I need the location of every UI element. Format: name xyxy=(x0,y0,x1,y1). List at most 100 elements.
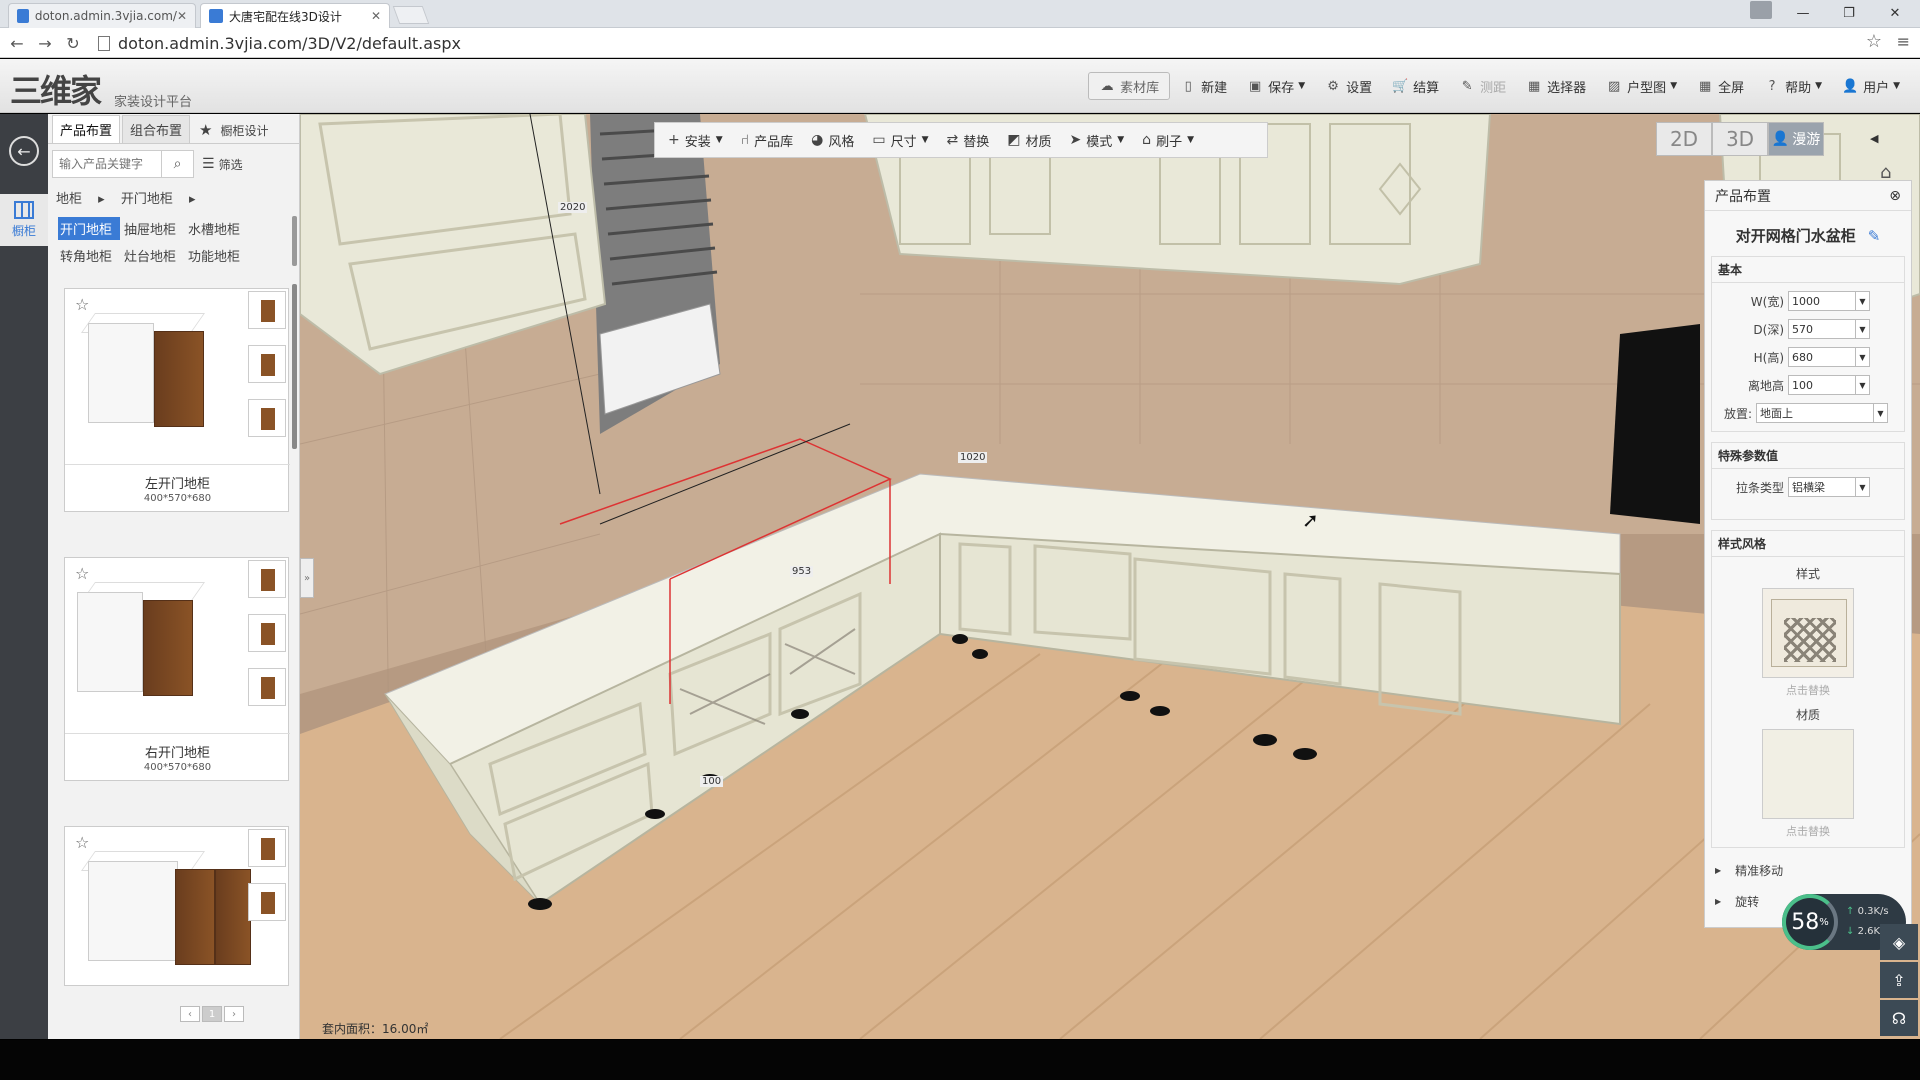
cube-icon[interactable]: ◈ xyxy=(1880,924,1918,960)
product-card[interactable]: ☆ 左开门地柜 400*570*680 xyxy=(64,288,290,512)
replace-hint[interactable]: 点击替换 xyxy=(1712,823,1904,839)
chevron-down-icon[interactable]: ▼ xyxy=(1856,291,1870,311)
checkout-button[interactable]: 🛒 结算 xyxy=(1382,72,1449,100)
breadcrumb-item[interactable]: 开门地柜 ▸ xyxy=(121,192,196,207)
product-card[interactable]: ☆ 右开门地柜 400*570*680 xyxy=(64,557,290,781)
close-window-icon[interactable]: ✕ xyxy=(1872,0,1918,26)
filter-button[interactable]: ☰ 筛选 xyxy=(202,156,243,173)
category-drawer-base[interactable]: 抽屉地柜 xyxy=(122,217,184,240)
tab-combo-layout[interactable]: 组合布置 xyxy=(122,115,191,143)
fullscreen-button[interactable]: ▦ 全屏 xyxy=(1687,72,1754,100)
category-stove-base[interactable]: 灶台地柜 xyxy=(122,244,184,267)
help-button[interactable]: ? 帮助 ▼ xyxy=(1754,72,1832,100)
selector-button[interactable]: ▦ 选择器 xyxy=(1516,72,1596,100)
category-scrollbar[interactable] xyxy=(292,216,297,266)
material-library-button[interactable]: ☁ 素材库 xyxy=(1088,72,1171,100)
mode-tool[interactable]: ➤ 模式 ▼ xyxy=(1061,122,1134,158)
restore-icon[interactable]: ❐ xyxy=(1826,0,1872,26)
category-sink-base[interactable]: 水槽地柜 xyxy=(186,217,248,240)
close-tab-icon[interactable]: ✕ xyxy=(371,9,381,23)
chevron-down-icon[interactable]: ▼ xyxy=(1856,477,1870,497)
replace-tool[interactable]: ⇄ 替换 xyxy=(938,122,999,158)
user-button[interactable]: 👤 用户 ▼ xyxy=(1832,72,1910,100)
minimize-icon[interactable]: — xyxy=(1780,0,1826,26)
view-3d-button[interactable]: 3D xyxy=(1712,122,1768,156)
favorite-star-icon[interactable]: ☆ xyxy=(75,833,89,852)
new-button[interactable]: ▯ 新建 xyxy=(1170,72,1237,100)
product-library-tool[interactable]: ⑁ 产品库 xyxy=(732,122,802,158)
category-corner-base[interactable]: 转角地柜 xyxy=(58,244,120,267)
replace-hint[interactable]: 点击替换 xyxy=(1712,682,1904,698)
collapse-panel-button[interactable]: » xyxy=(300,558,314,598)
precise-move-expander[interactable]: ▶ 精准移动 xyxy=(1715,862,1901,879)
next-page-button[interactable]: › xyxy=(224,1006,244,1022)
category-function-base[interactable]: 功能地柜 xyxy=(186,244,248,267)
tab-product-layout[interactable]: 产品布置 xyxy=(52,115,121,143)
triangle-right-icon: ▶ xyxy=(1715,866,1722,875)
url-field[interactable]: doton.admin.3vjia.com/3D/V2/default.aspx xyxy=(98,33,1858,53)
forward-icon[interactable]: → xyxy=(34,32,56,54)
chevron-down-icon[interactable]: ▼ xyxy=(1856,375,1870,395)
browser-tab-3d-design[interactable]: 大唐宅配在线3D设计 ✕ xyxy=(200,3,390,28)
back-icon[interactable]: ← xyxy=(6,32,28,54)
size-tool[interactable]: ▭ 尺寸 ▼ xyxy=(863,122,937,158)
page-number[interactable]: 1 xyxy=(202,1006,222,1022)
variant-thumb[interactable] xyxy=(248,614,286,652)
depth-input[interactable]: 570 xyxy=(1788,319,1856,339)
tab-cabinet-design[interactable]: ★ 橱柜设计 xyxy=(192,117,275,143)
chevron-down-icon[interactable]: ▼ xyxy=(1856,347,1870,367)
variant-thumb[interactable] xyxy=(248,668,286,706)
width-input[interactable]: 1000 xyxy=(1788,291,1856,311)
headset-icon[interactable]: ☊ xyxy=(1880,1000,1918,1036)
variant-thumb[interactable] xyxy=(248,829,286,867)
favorite-star-icon[interactable]: ☆ xyxy=(75,564,89,583)
3d-viewport[interactable]: 2020 1020 953 100 xyxy=(300,114,1920,1039)
variant-thumb[interactable] xyxy=(248,345,286,383)
edit-icon[interactable]: ✎ xyxy=(1868,227,1881,245)
reload-icon[interactable]: ↻ xyxy=(62,32,84,54)
material-swatch[interactable] xyxy=(1762,729,1854,819)
variant-thumb[interactable] xyxy=(248,560,286,598)
view-walk-button[interactable]: 👤 漫游 xyxy=(1768,122,1824,156)
measure-button[interactable]: ✎ 测距 xyxy=(1449,72,1516,100)
material-tool[interactable]: ◩ 材质 xyxy=(998,122,1060,158)
floor-plan-button[interactable]: ▨ 户型图 ▼ xyxy=(1596,72,1687,100)
variant-thumb[interactable] xyxy=(248,399,286,437)
tool-label: 刷子 xyxy=(1156,134,1183,150)
strip-type-select[interactable]: 铝横梁 xyxy=(1788,477,1856,497)
close-tab-icon[interactable]: ✕ xyxy=(177,9,187,23)
category-hinged-base[interactable]: 开门地柜 xyxy=(58,217,120,240)
rail-item-cabinet[interactable]: 橱柜 xyxy=(0,194,48,246)
new-tab-button[interactable] xyxy=(392,6,430,24)
variant-thumb[interactable] xyxy=(248,291,286,329)
elevation-input[interactable]: 100 xyxy=(1788,375,1856,395)
product-scrollbar[interactable] xyxy=(292,284,297,449)
product-card[interactable]: ☆ xyxy=(64,826,289,986)
share-icon[interactable]: ⇪ xyxy=(1880,962,1918,998)
brush-tool[interactable]: ⌂ 刷子 ▼ xyxy=(1133,122,1203,158)
placement-select[interactable]: 地面上 xyxy=(1756,403,1874,423)
style-swatch[interactable] xyxy=(1762,588,1854,678)
save-button[interactable]: ▣ 保存 ▼ xyxy=(1237,72,1315,100)
bookmark-star-icon[interactable]: ☆ xyxy=(1866,31,1882,52)
install-tool[interactable]: + 安装 ▼ xyxy=(659,122,732,158)
settings-button[interactable]: ⚙ 设置 xyxy=(1315,72,1382,100)
back-arrow-icon[interactable]: ← xyxy=(9,136,39,166)
height-input[interactable]: 680 xyxy=(1788,347,1856,367)
search-input[interactable] xyxy=(52,150,162,178)
profile-icon[interactable] xyxy=(1750,1,1772,19)
collapse-left-icon[interactable]: ◀ xyxy=(1870,132,1878,145)
favorite-star-icon[interactable]: ☆ xyxy=(75,295,89,314)
browser-tab-admin[interactable]: doton.admin.3vjia.com/ ✕ xyxy=(8,3,196,28)
chevron-down-icon[interactable]: ▼ xyxy=(1856,319,1870,339)
address-bar: ← → ↻ doton.admin.3vjia.com/3D/V2/defaul… xyxy=(0,28,1920,58)
search-icon[interactable]: ⌕ xyxy=(162,150,194,178)
breadcrumb-item[interactable]: 地柜 ▸ xyxy=(56,192,105,207)
view-2d-button[interactable]: 2D xyxy=(1656,122,1712,156)
variant-thumb[interactable] xyxy=(248,883,286,921)
browser-menu-icon[interactable]: ≡ xyxy=(1897,32,1910,51)
chevron-down-icon[interactable]: ▼ xyxy=(1874,403,1888,423)
prev-page-button[interactable]: ‹ xyxy=(180,1006,200,1022)
close-icon[interactable]: ⊗ xyxy=(1889,188,1901,204)
style-tool[interactable]: ◕ 风格 xyxy=(802,122,863,158)
